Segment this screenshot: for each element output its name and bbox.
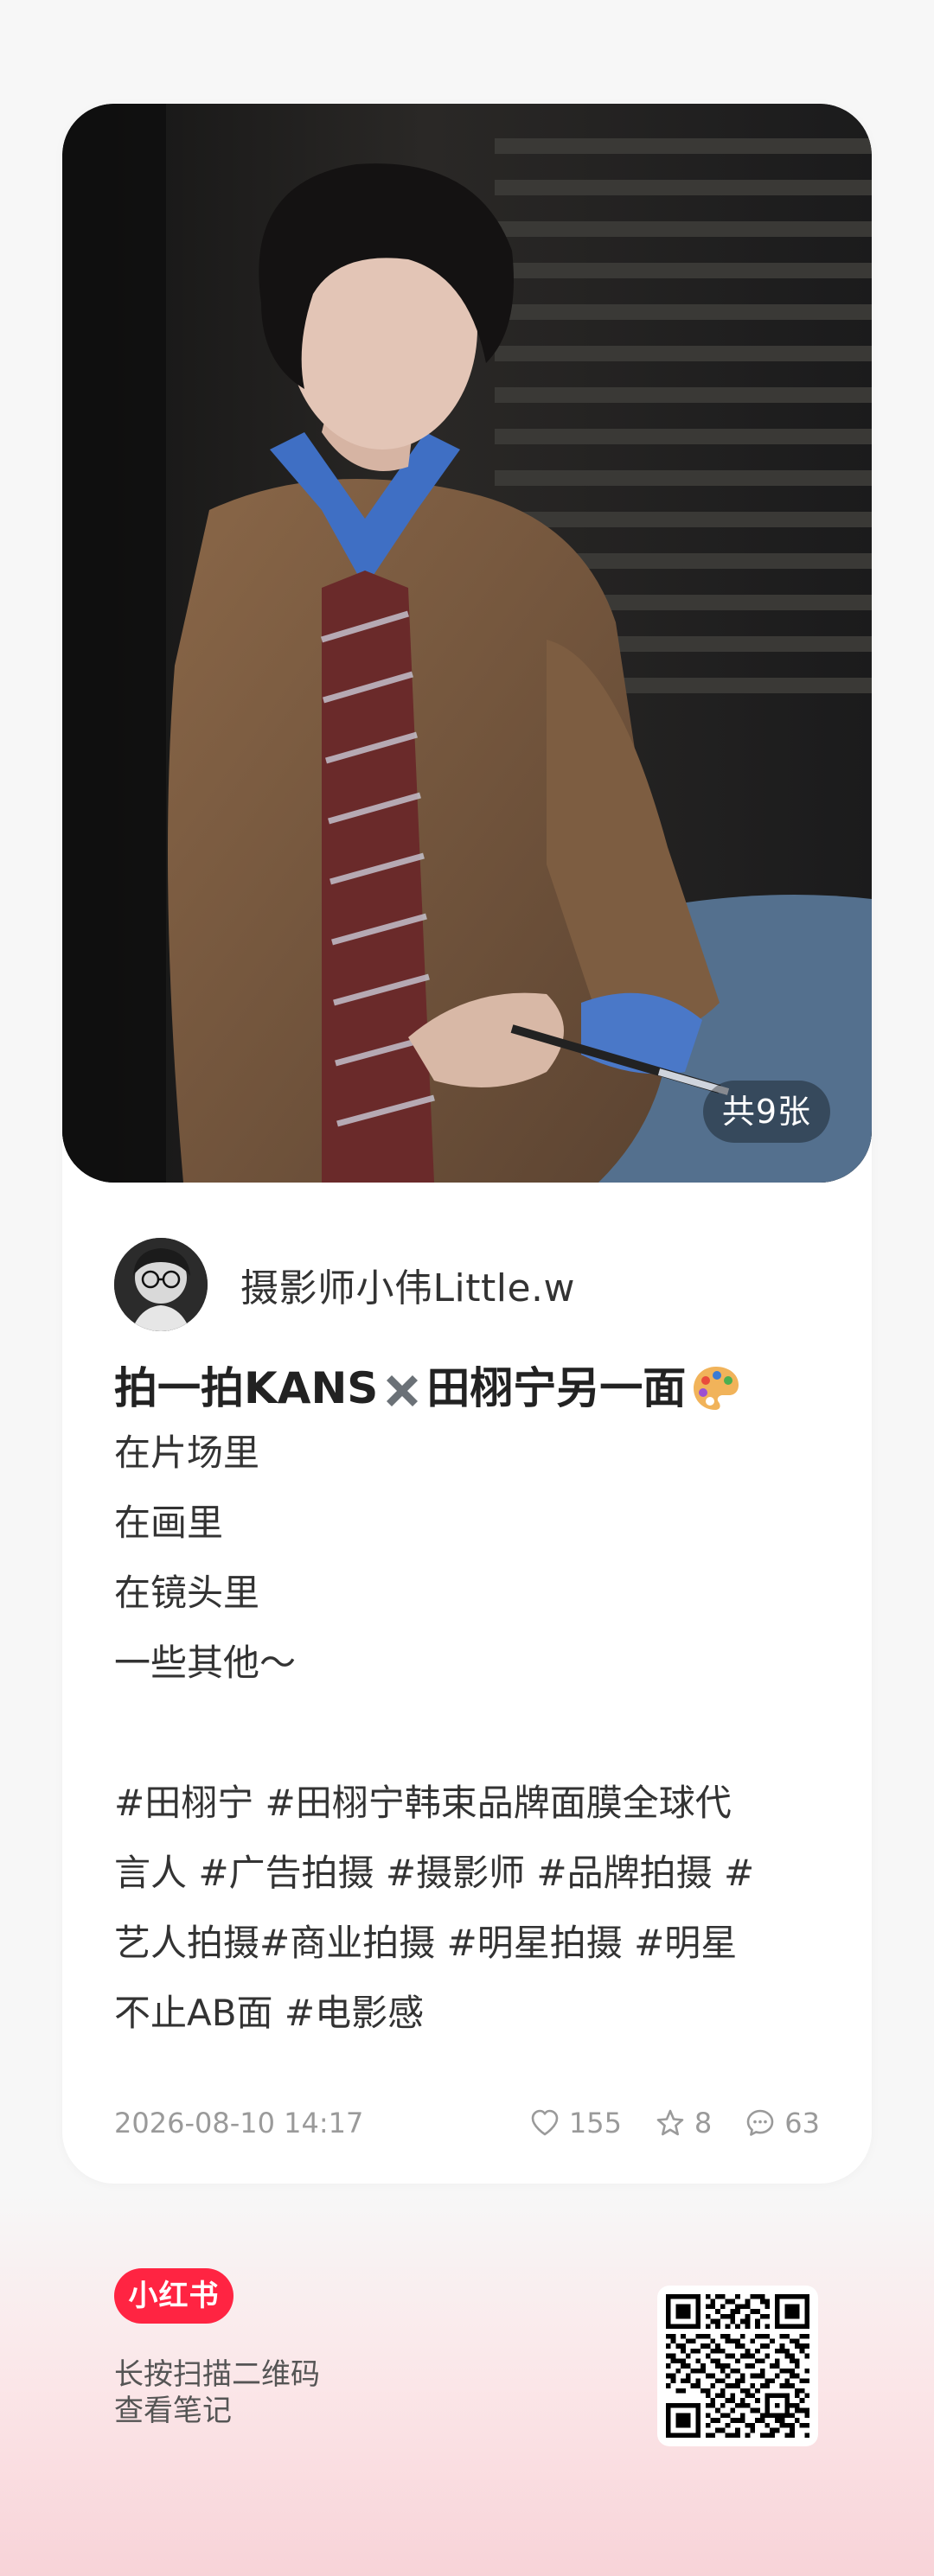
like-count: 155 — [568, 2107, 622, 2139]
qr-code-image — [666, 2294, 809, 2438]
body-line: 在镜头里 — [114, 1572, 260, 1614]
comment-stat[interactable]: 63 — [745, 2107, 820, 2139]
post-photo-image — [62, 104, 872, 1183]
scan-hint: 长按扫描二维码 查看笔记 — [114, 2356, 320, 2429]
avatar-image — [114, 1238, 208, 1331]
scan-hint-line2: 查看笔记 — [114, 2394, 232, 2428]
body-line: 一些其他～ — [114, 1642, 297, 1684]
like-stat[interactable]: 155 — [529, 2107, 622, 2139]
hashtag-line[interactable]: 艺人拍摄#商业拍摄 #明星拍摄 #明星 — [114, 1908, 823, 1978]
post-stats: 155 8 63 — [496, 2107, 820, 2139]
hashtag-line[interactable]: #田栩宁 #田栩宁韩束品牌面膜全球代 — [114, 1768, 823, 1838]
image-count-badge: 共9张 — [702, 1081, 830, 1143]
body-line: 在片场里 — [114, 1431, 260, 1474]
hashtag-line[interactable]: 言人 #广告拍摄 #摄影师 #品牌拍摄 # — [114, 1838, 823, 1908]
collect-stat[interactable]: 8 — [655, 2107, 712, 2139]
heart-icon — [531, 2109, 559, 2136]
post-card: 共9张 摄影师小伟Little.w 拍一拍KANS 田栩宁另一面 在片场里 在画… — [62, 104, 872, 2184]
post-meta: 2026-08-10 14:17 155 8 63 — [114, 2101, 820, 2146]
author-name[interactable]: 摄影师小伟Little.w — [240, 1257, 575, 1312]
hashtag-line[interactable]: 不止AB面 #电影感 — [114, 1978, 823, 2048]
scan-hint-line1: 长按扫描二维码 — [114, 2357, 320, 2392]
xiaohongshu-logo: 小红书 — [114, 2268, 234, 2324]
avatar[interactable] — [114, 1238, 208, 1331]
cross-mark-icon — [380, 1366, 425, 1411]
post-body: 在片场里 在画里 在镜头里 一些其他～ #田栩宁 #田栩宁韩束品牌面膜全球代 言… — [114, 1418, 823, 2048]
collect-count: 8 — [694, 2107, 713, 2139]
title-text-part2: 田栩宁另一面 — [426, 1363, 687, 1413]
body-line: 在画里 — [114, 1502, 224, 1544]
star-icon — [656, 2109, 684, 2136]
post-date: 2026-08-10 14:17 — [114, 2107, 364, 2139]
post-photo[interactable] — [62, 104, 872, 1183]
title-text-part1: 拍一拍KANS — [114, 1363, 379, 1413]
author-row[interactable]: 摄影师小伟Little.w — [114, 1236, 575, 1333]
hashtags: #田栩宁 #田栩宁韩束品牌面膜全球代 言人 #广告拍摄 #摄影师 #品牌拍摄 #… — [114, 1768, 823, 2048]
qr-code[interactable] — [657, 2286, 818, 2446]
post-title: 拍一拍KANS 田栩宁另一面 — [114, 1355, 823, 1421]
comment-count: 63 — [784, 2107, 820, 2139]
comment-icon — [746, 2109, 774, 2136]
palette-icon — [689, 1361, 743, 1415]
